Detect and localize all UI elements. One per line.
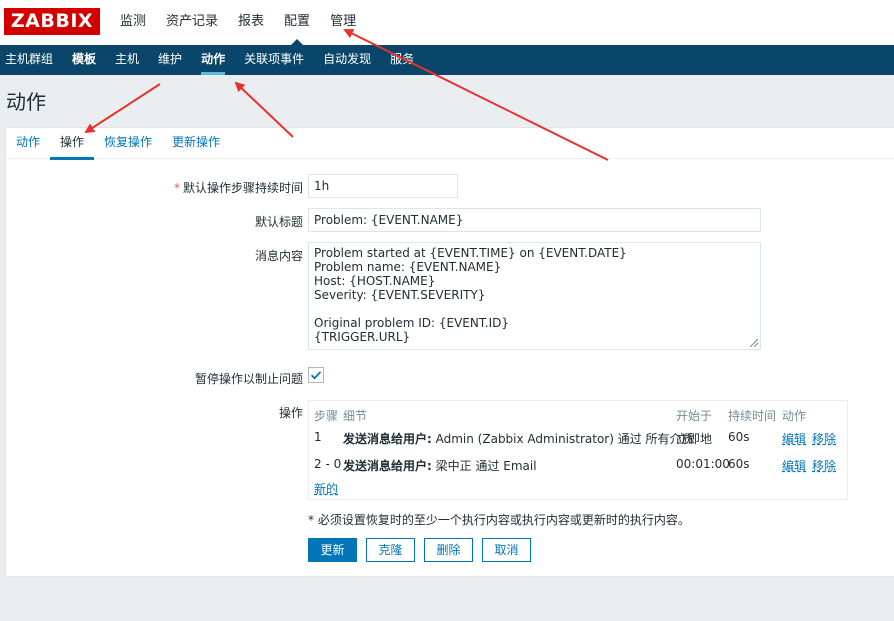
zabbix-logo[interactable]: ZABBIX [4, 8, 100, 35]
delete-button[interactable]: 删除 [424, 538, 473, 562]
update-button[interactable]: 更新 [308, 538, 357, 562]
sub-nav-discovery[interactable]: 自动发现 [318, 45, 379, 75]
required-marker: * [173, 181, 180, 195]
operations-label: 操作 [278, 406, 303, 420]
subject-input[interactable]: Problem: {EVENT.NAME} [308, 208, 761, 232]
row1-start-in: 立即地 [676, 432, 713, 446]
row2-details: 发送消息给用户: 梁中正 通过 Email [343, 459, 537, 473]
col-header-details: 细节 [343, 409, 368, 423]
message-label: 消息内容 [254, 249, 303, 263]
tab-update-operations[interactable]: 更新操作 [162, 128, 230, 159]
top-nav-inventory[interactable]: 资产记录 [156, 0, 228, 45]
tab-operations[interactable]: 操作 [50, 128, 95, 160]
row1-duration: 60s [728, 430, 750, 444]
pause-label: 暂停操作以制止问题 [194, 372, 303, 386]
top-nav-monitoring[interactable]: 监测 [110, 0, 156, 45]
step-duration-label: * 默认操作步骤持续时间 [173, 181, 303, 195]
step-duration-input[interactable]: 1h [308, 174, 458, 198]
subject-label: 默认标题 [254, 215, 303, 229]
row2-edit-link[interactable]: 编辑 [782, 457, 806, 474]
sub-nav-actions[interactable]: 动作 [196, 45, 233, 75]
page-title: 动作 [6, 90, 46, 114]
operations-table: 步骤 细节 开始于 持续时间 动作 1 发送消息给用户: Admin (Zabb… [308, 400, 848, 500]
top-nav-administration[interactable]: 管理 [320, 0, 366, 45]
resize-grip-icon[interactable] [750, 339, 758, 347]
row2-remove-link[interactable]: 移除 [812, 457, 836, 474]
row1-edit-link[interactable]: 编辑 [782, 430, 806, 447]
checkmark-icon [310, 371, 322, 380]
top-bar: ZABBIX 监测 资产记录 报表 配置 管理 [0, 0, 894, 45]
form-tabs: 动作 操作 恢复操作 更新操作 [6, 128, 894, 160]
row2-steps: 2 - 0 [314, 457, 342, 471]
sub-nav-templates[interactable]: 模板 [67, 45, 104, 75]
cancel-button[interactable]: 取消 [482, 538, 531, 562]
sub-nav-host-groups[interactable]: 主机群组 [0, 45, 61, 75]
col-header-steps: 步骤 [314, 409, 339, 423]
row1-remove-link[interactable]: 移除 [812, 430, 836, 447]
tab-recovery-operations[interactable]: 恢复操作 [94, 128, 162, 159]
top-nav-reports[interactable]: 报表 [228, 0, 274, 45]
top-nav-configuration[interactable]: 配置 [274, 0, 320, 45]
required-note: * 必须设置恢复时的至少一个执行内容或执行内容或更新时的执行内容。 [308, 513, 690, 527]
tab-action[interactable]: 动作 [6, 128, 50, 159]
top-nav: 监测 资产记录 报表 配置 管理 [110, 0, 366, 45]
sub-nav-hosts[interactable]: 主机 [110, 45, 147, 75]
col-header-action: 动作 [782, 409, 807, 423]
row1-details: 发送消息给用户: Admin (Zabbix Administrator) 通过… [343, 432, 694, 446]
row2-start-in: 00:01:00 [676, 457, 730, 471]
arrow-to-operations-tab [84, 83, 161, 134]
row1-steps: 1 [314, 430, 322, 444]
sub-nav-maintenance[interactable]: 维护 [153, 45, 190, 75]
message-text: Problem started at {EVENT.TIME} on {EVEN… [314, 246, 627, 344]
clone-button[interactable]: 克隆 [366, 538, 415, 562]
pause-checkbox[interactable] [308, 367, 324, 383]
message-textarea[interactable]: Problem started at {EVENT.TIME} on {EVEN… [308, 242, 761, 350]
col-header-start-in: 开始于 [676, 409, 713, 423]
col-header-duration: 持续时间 [728, 409, 777, 423]
row2-duration: 60s [728, 457, 750, 471]
sub-nav-services[interactable]: 服务 [385, 45, 422, 75]
sub-nav: 主机群组 模板 主机 维护 动作 关联项事件 自动发现 服务 [0, 45, 894, 75]
sub-nav-event-correlation[interactable]: 关联项事件 [239, 45, 312, 75]
new-operation-link[interactable]: 新的 [314, 480, 338, 497]
action-form-card: 动作 操作 恢复操作 更新操作 * 默认操作步骤持续时间 1h 默认标题 Prob… [5, 127, 894, 577]
